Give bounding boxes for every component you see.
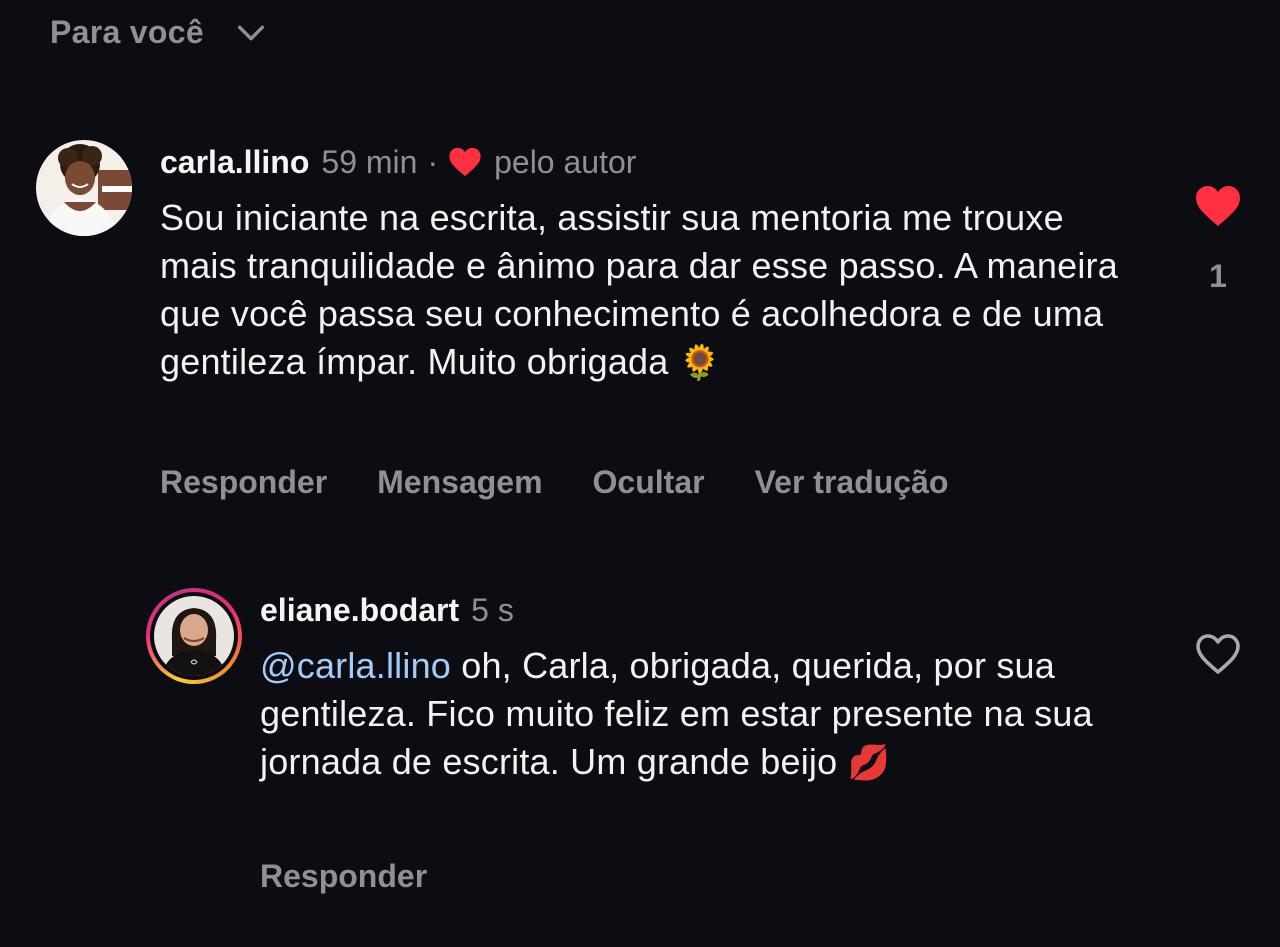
heart-filled-icon[interactable] <box>1194 184 1242 228</box>
like-column <box>1188 632 1248 676</box>
feed-filter-label: Para você <box>50 14 204 50</box>
comment-item: carla.llino 59 min · pelo autor Sou inic… <box>36 140 1256 520</box>
like-count[interactable]: 1 <box>1209 258 1227 295</box>
user-mention-link[interactable]: @carla.llino <box>260 645 451 686</box>
comment-text: @carla.llino oh, Carla, obrigada, querid… <box>260 642 1160 787</box>
avatar[interactable] <box>146 588 242 684</box>
avatar[interactable] <box>36 140 132 236</box>
comments-screen: Para você carla.llino 59 min · pelo auto… <box>0 0 1280 947</box>
comment-actions: Responder Mensagem Ocultar Ver tradução <box>160 464 948 501</box>
comment-text: Sou iniciante na escrita, assistir sua m… <box>160 194 1120 387</box>
reply-button[interactable]: Responder <box>160 464 327 501</box>
timestamp: 59 min <box>321 144 418 180</box>
separator: · <box>427 144 439 180</box>
like-column: 1 <box>1188 184 1248 295</box>
feed-filter-dropdown[interactable]: Para você <box>50 14 268 51</box>
comment-meta: carla.llino 59 min · pelo autor <box>160 142 636 182</box>
comment-actions: Responder <box>260 858 427 895</box>
username[interactable]: carla.llino <box>160 142 309 182</box>
heart-outline-icon[interactable] <box>1194 632 1242 676</box>
hide-button[interactable]: Ocultar <box>593 464 705 501</box>
timestamp: 5 s <box>471 592 514 628</box>
comment-meta: eliane.bodart 5 s <box>260 590 514 630</box>
comment-body: Sou iniciante na escrita, assistir sua m… <box>160 197 1118 382</box>
heart-icon <box>449 147 481 177</box>
username[interactable]: eliane.bodart <box>260 590 459 630</box>
author-badge: pelo autor <box>494 144 637 180</box>
kiss-mark-emoji: 💋 <box>847 744 891 782</box>
chevron-down-icon <box>237 25 264 40</box>
message-button[interactable]: Mensagem <box>377 464 542 501</box>
reply-item: eliane.bodart 5 s @carla.llino oh, Carla… <box>146 588 1256 908</box>
reply-button[interactable]: Responder <box>260 858 427 895</box>
sunflower-emoji: 🌻 <box>678 344 722 382</box>
see-translation-button[interactable]: Ver tradução <box>755 464 949 501</box>
